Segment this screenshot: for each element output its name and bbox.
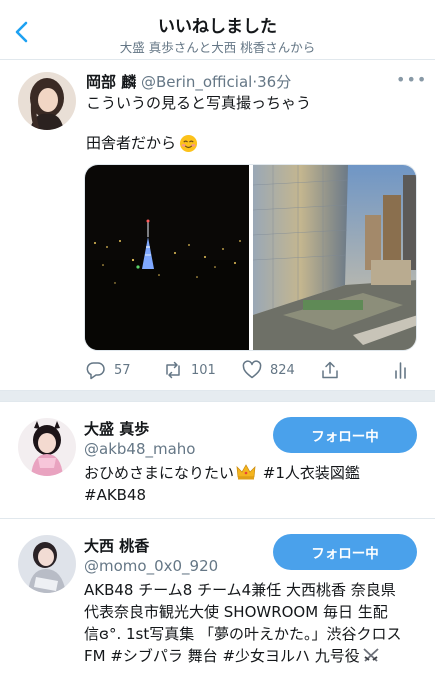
smiling-face-icon bbox=[179, 134, 198, 152]
crown-icon bbox=[236, 464, 256, 480]
tweet-time: 36分 bbox=[257, 73, 292, 91]
reply-button[interactable]: 57 bbox=[86, 360, 131, 380]
section-divider bbox=[0, 390, 435, 402]
reply-count: 57 bbox=[114, 362, 131, 378]
user-bio: おひめさまになりたい #1人衣装図鑑 #AKB48 bbox=[84, 462, 429, 506]
more-options-icon[interactable]: ••• bbox=[396, 70, 427, 89]
following-button[interactable]: フォロー中 bbox=[273, 417, 417, 453]
like-button[interactable]: 824 bbox=[242, 360, 295, 380]
liked-tweet[interactable]: 岡部 麟 @Berin_official·36分 ••• こういうの見ると写真撮… bbox=[0, 60, 435, 390]
author-name[interactable]: 岡部 麟 bbox=[86, 73, 136, 91]
share-icon bbox=[322, 361, 338, 379]
analytics-button[interactable] bbox=[392, 360, 412, 380]
analytics-icon bbox=[395, 362, 406, 379]
reply-icon bbox=[86, 362, 105, 380]
bio-line-last: FM #シブパラ 舞台 #少女ヨルハ 九号役 bbox=[84, 645, 429, 667]
user-cell[interactable]: 大盛 真歩 @akb48_maho フォロー中 おひめさまになりたい #1人衣装… bbox=[0, 402, 435, 519]
bio-hashtag[interactable]: #AKB48 bbox=[84, 486, 146, 504]
tweet-media[interactable] bbox=[84, 164, 417, 351]
tweet-text: こういうの見ると写真撮っちゃう 田舎者だから bbox=[86, 93, 311, 153]
user-handle[interactable]: @momo_0x0_920 bbox=[84, 557, 218, 575]
bio-text: おひめさまになりたい bbox=[84, 464, 235, 482]
city-skyscraper-photo[interactable] bbox=[253, 165, 417, 351]
avatar[interactable] bbox=[18, 72, 76, 130]
retweet-button[interactable]: 101 bbox=[163, 360, 216, 380]
retweet-icon bbox=[166, 361, 180, 379]
following-button[interactable]: フォロー中 bbox=[273, 534, 417, 570]
tweet-text-line2: 田舎者だから bbox=[86, 134, 177, 152]
user-name[interactable]: 大西 桃香 bbox=[84, 535, 149, 556]
top-bar: いいねしました 大盛 真歩さんと大西 桃香さんから bbox=[0, 0, 435, 60]
bio-line: 代表奈良市観光大使 SHOWROOM 毎日 生配 bbox=[84, 603, 388, 621]
retweet-count: 101 bbox=[191, 362, 216, 378]
tweet-text-line2-wrap: 田舎者だから bbox=[86, 133, 311, 153]
user-bio: AKB48 チーム8 チーム4兼任 大西桃香 奈良県 代表奈良市観光大使 SHO… bbox=[84, 579, 429, 667]
user-name[interactable]: 大盛 真歩 bbox=[84, 418, 149, 439]
like-count: 824 bbox=[270, 362, 295, 378]
bio-line: AKB48 チーム8 チーム4兼任 大西桃香 奈良県 bbox=[84, 581, 396, 599]
tweet-actions: 57 101 824 bbox=[0, 360, 435, 380]
bio-hashtag[interactable]: #1人衣装図鑑 bbox=[258, 464, 360, 482]
night-tokyo-tower-photo[interactable] bbox=[85, 165, 249, 351]
user-cell[interactable]: 大西 桃香 @momo_0x0_920 フォロー中 AKB48 チーム8 チーム… bbox=[0, 519, 435, 680]
author-handle[interactable]: @Berin_official bbox=[141, 73, 252, 91]
bio-line: FM #シブパラ 舞台 #少女ヨルハ 九号役 bbox=[84, 647, 360, 665]
bio-line: 信ɞ°. 1st写真集 「夢の叶えかた。」渋谷クロス bbox=[84, 625, 402, 643]
tweet-text-line1: こういうの見ると写真撮っちゃう bbox=[86, 94, 312, 112]
user-handle[interactable]: @akb48_maho bbox=[84, 440, 195, 458]
share-button[interactable] bbox=[320, 360, 340, 380]
avatar[interactable] bbox=[18, 535, 76, 593]
crossed-swords-icon bbox=[363, 648, 379, 662]
heart-icon bbox=[242, 360, 262, 379]
avatar[interactable] bbox=[18, 418, 76, 476]
page-title: いいねしました bbox=[158, 17, 277, 37]
tweet-header: 岡部 麟 @Berin_official·36分 bbox=[86, 71, 291, 92]
page-subtitle: 大盛 真歩さんと大西 桃香さんから bbox=[119, 40, 316, 55]
